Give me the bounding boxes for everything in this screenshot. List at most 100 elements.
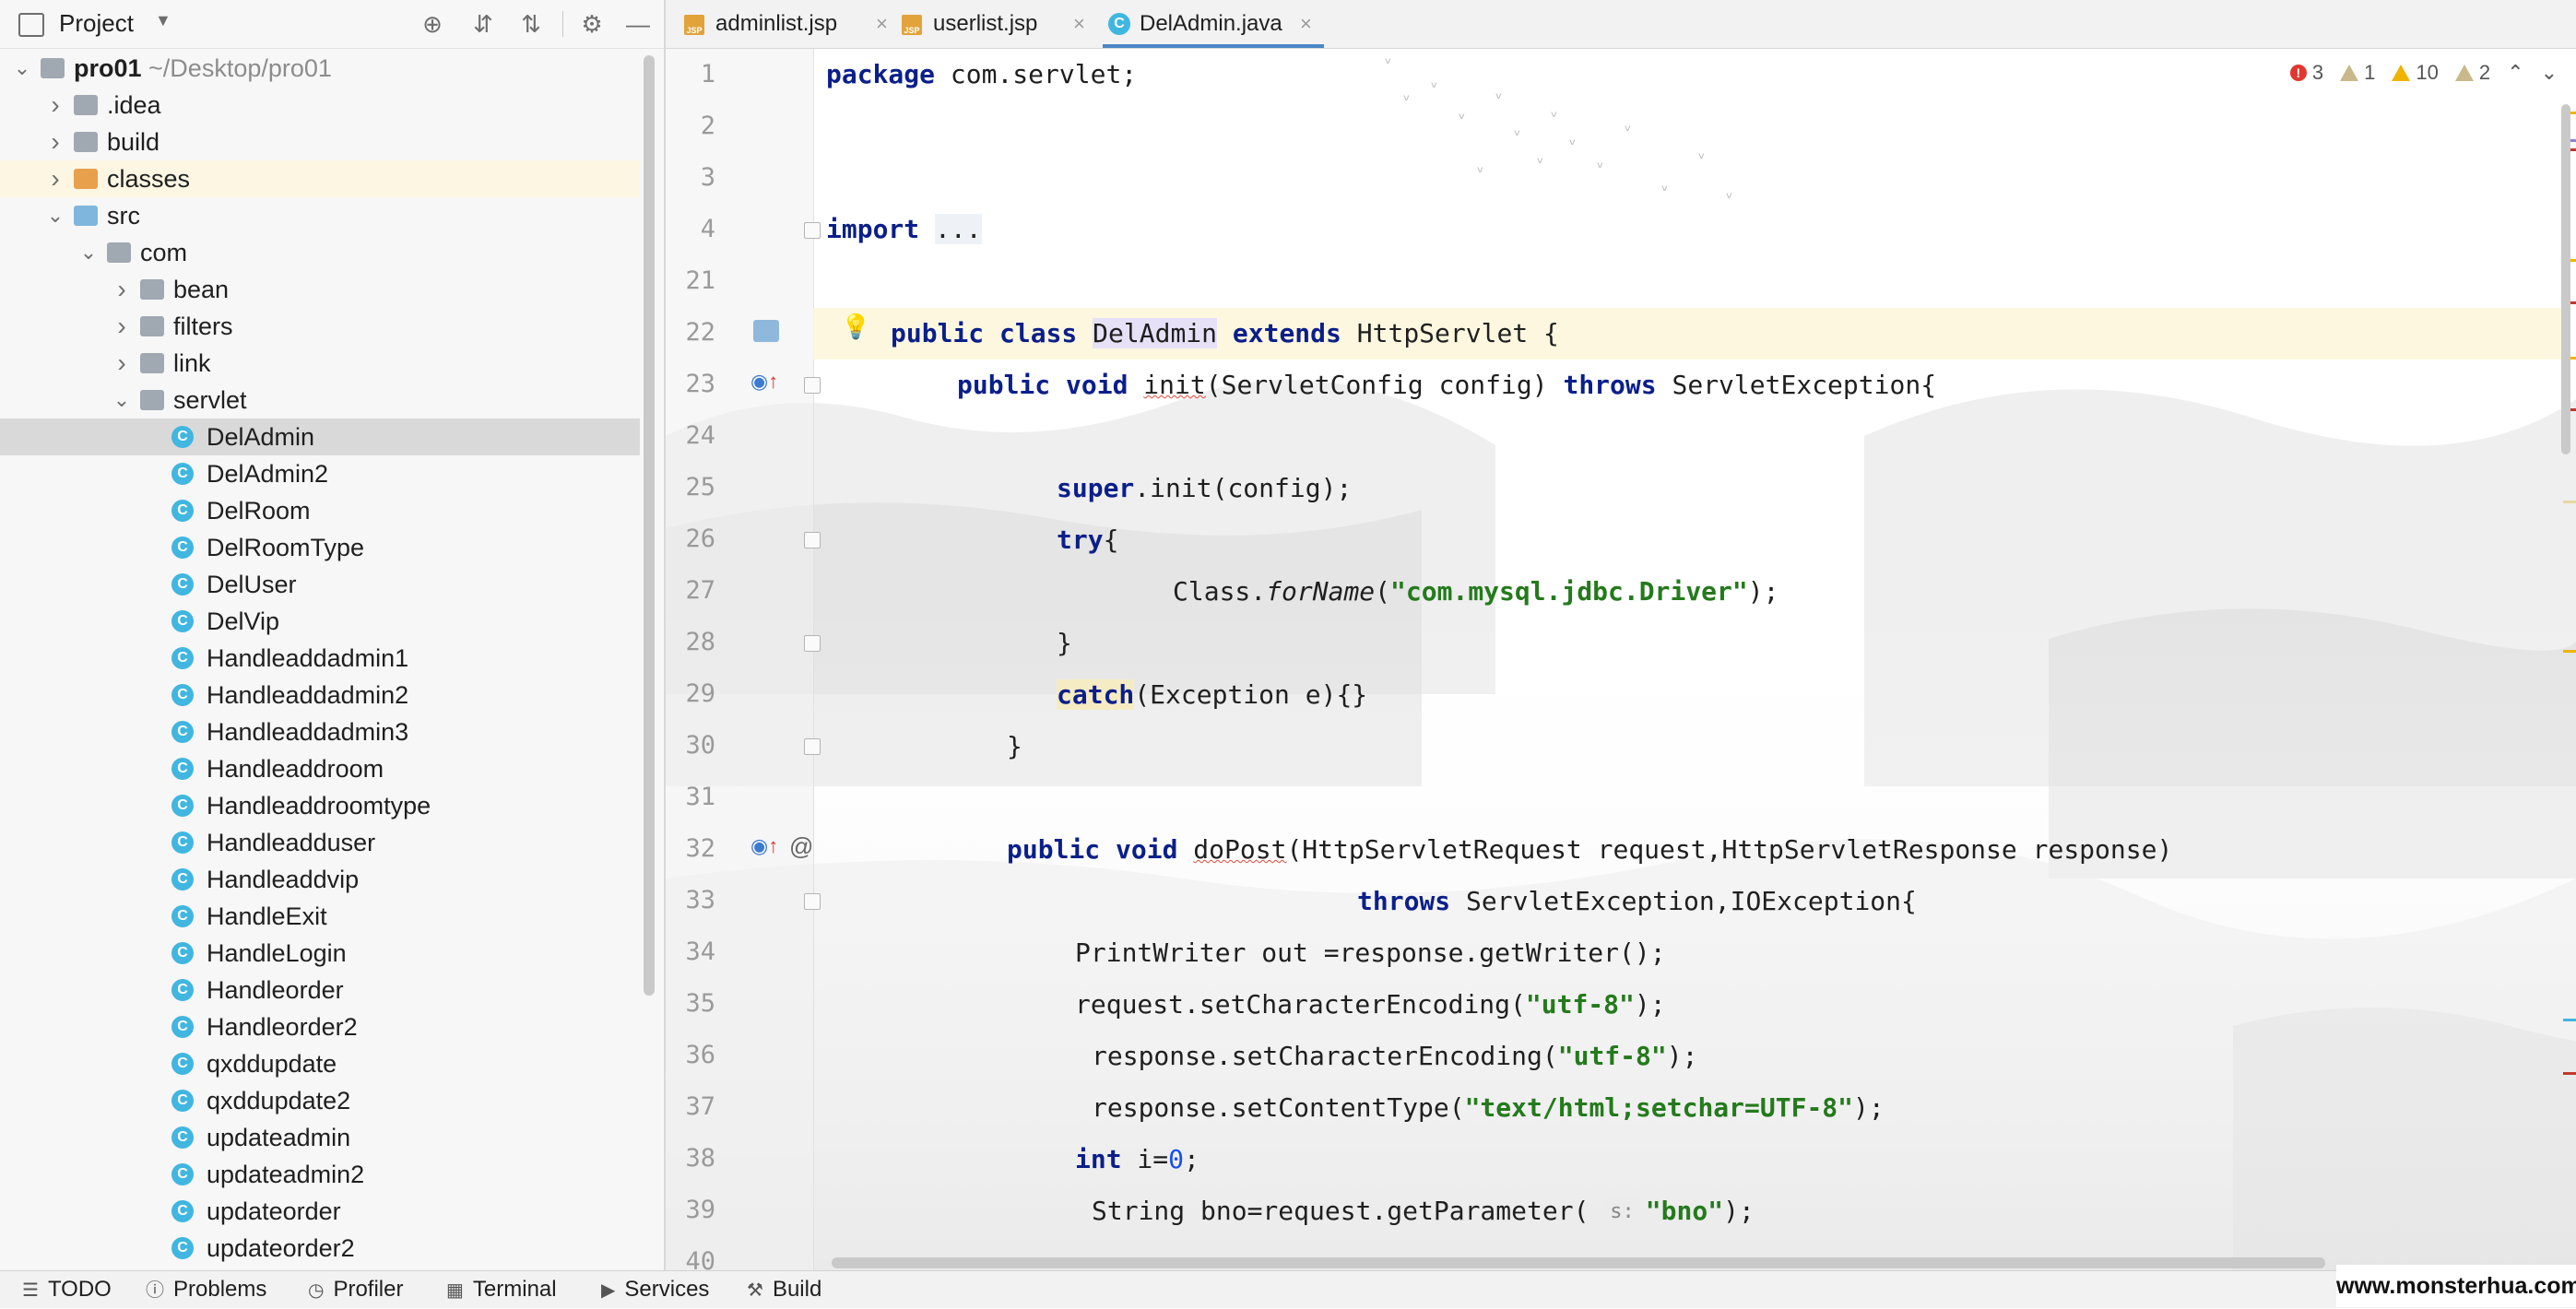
- tree-scrollbar[interactable]: [644, 55, 655, 996]
- line-number[interactable]: 33: [675, 886, 715, 914]
- tree-item-handleadduser[interactable]: C Handleadduser: [0, 824, 640, 861]
- chevron-down-icon[interactable]: ⌄: [77, 234, 100, 271]
- line-number[interactable]: 40: [675, 1247, 715, 1270]
- code-line-33[interactable]: throws ServletException,IOException{: [1357, 876, 1917, 927]
- line-number[interactable]: 31: [675, 783, 715, 811]
- expand-all-icon[interactable]: ⇵: [470, 11, 496, 37]
- code-line-28[interactable]: }: [1057, 618, 1072, 669]
- tree-item-deladmin[interactable]: C DelAdmin: [0, 419, 640, 455]
- code-line-39[interactable]: String bno=request.getParameter( s: "bno"…: [1092, 1185, 1755, 1237]
- tree-item-delvip[interactable]: C DelVip: [0, 603, 640, 640]
- fold-toggle[interactable]: [804, 377, 821, 394]
- line-number[interactable]: 29: [675, 679, 715, 708]
- tree-item-bean[interactable]: › bean: [0, 271, 640, 308]
- editor-horizontal-scrollbar[interactable]: [832, 1257, 2325, 1268]
- chevron-right-icon[interactable]: ›: [44, 160, 66, 197]
- tree-item-classes[interactable]: › classes: [0, 160, 640, 197]
- tab-adminlist-jsp[interactable]: JSP adminlist.jsp ×: [684, 0, 888, 48]
- line-number[interactable]: 2: [675, 112, 715, 140]
- line-number[interactable]: 28: [675, 628, 715, 656]
- stripe-mark[interactable]: [2563, 501, 2576, 503]
- tree-item-handleexit[interactable]: C HandleExit: [0, 898, 640, 935]
- tree-item-handleaddadmin1[interactable]: C Handleaddadmin1: [0, 640, 640, 677]
- profiler-button[interactable]: ◷ Profiler: [308, 1271, 403, 1308]
- tab-userlist-jsp[interactable]: JSP userlist.jsp ×: [902, 0, 1105, 48]
- tree-item-handleaddvip[interactable]: C Handleaddvip: [0, 861, 640, 898]
- code-line-25[interactable]: super.init(config);: [1057, 463, 1352, 514]
- close-icon[interactable]: ×: [1300, 0, 1312, 48]
- code-line-35[interactable]: request.setCharacterEncoding("utf-8");: [1075, 979, 1666, 1031]
- tree-item-delroomtype[interactable]: C DelRoomType: [0, 529, 640, 566]
- tree-item-deluser[interactable]: C DelUser: [0, 566, 640, 603]
- tree-item-pro01[interactable]: ⌄ pro01 ~/Desktop/pro01: [0, 50, 640, 87]
- line-number[interactable]: 23: [675, 370, 715, 398]
- locate-icon[interactable]: ⊕: [419, 11, 445, 37]
- code-line-22[interactable]: public class DelAdmin extends HttpServle…: [891, 308, 1559, 360]
- error-count[interactable]: ! 3: [2289, 56, 2323, 89]
- project-title[interactable]: Project: [59, 9, 134, 38]
- fold-toggle[interactable]: [804, 222, 821, 239]
- tree-item-handleaddroom[interactable]: C Handleaddroom: [0, 750, 640, 787]
- intention-bulb-icon[interactable]: 💡: [841, 313, 870, 341]
- tree-item-com[interactable]: ⌄ com: [0, 234, 640, 271]
- tree-item-filters[interactable]: › filters: [0, 308, 640, 345]
- code-line-37[interactable]: response.setContentType("text/html;setch…: [1092, 1082, 1885, 1134]
- line-number[interactable]: 24: [675, 421, 715, 450]
- chevron-down-icon[interactable]: ⌄: [44, 197, 66, 234]
- tree-item-updateorder[interactable]: Cupdateorder: [0, 1193, 640, 1230]
- tree-item-handleaddroomtype[interactable]: C Handleaddroomtype: [0, 787, 640, 824]
- chevron-down-icon[interactable]: ⌄: [11, 50, 33, 87]
- build-button[interactable]: ⚒ Build: [747, 1271, 821, 1308]
- line-number[interactable]: 35: [675, 989, 715, 1018]
- line-number[interactable]: 4: [675, 215, 715, 243]
- chevron-right-icon[interactable]: ›: [44, 87, 66, 124]
- stripe-mark[interactable]: [2563, 650, 2576, 653]
- line-number[interactable]: 37: [675, 1092, 715, 1121]
- tree-item-handleorder2[interactable]: C Handleorder2: [0, 1008, 640, 1045]
- line-number[interactable]: 26: [675, 525, 715, 553]
- stripe-mark[interactable]: [2563, 1019, 2576, 1021]
- tree-item-build[interactable]: › build: [0, 124, 640, 160]
- chevron-right-icon[interactable]: ›: [111, 308, 133, 345]
- tree-item-qxddupdate2[interactable]: Cqxddupdate2: [0, 1082, 640, 1119]
- line-number[interactable]: 3: [675, 163, 715, 192]
- gear-icon[interactable]: ⚙: [579, 11, 605, 37]
- weak-warning-count[interactable]: 1: [2340, 56, 2375, 89]
- inspection-widget[interactable]: ! 3 1 10 2 ⌃ ⌄: [2289, 56, 2558, 89]
- editor-vertical-scrollbar[interactable]: [2561, 104, 2570, 454]
- code-editor[interactable]: ᵛᵛᵛ ᵛᵛᵛ ᵛᵛᵛ ᵛᵛᵛ ᵛᵛᵛ 1 2 3 4 21 22 23 24 25 26 27 28…: [666, 49, 2576, 1270]
- services-button[interactable]: ▶ Services: [601, 1271, 709, 1308]
- code-line-29[interactable]: catch(Exception e){}: [1057, 669, 1367, 721]
- tree-item-servlet[interactable]: ⌄ servlet: [0, 382, 640, 419]
- code-line-36[interactable]: response.setCharacterEncoding("utf-8");: [1092, 1031, 1697, 1082]
- previous-problem-icon[interactable]: ⌃: [2507, 56, 2523, 89]
- line-number[interactable]: 39: [675, 1196, 715, 1224]
- warning-count[interactable]: 10: [2392, 56, 2439, 89]
- close-icon[interactable]: ×: [876, 0, 888, 48]
- code-line-38[interactable]: int i=0;: [1075, 1134, 1199, 1185]
- tree-item-handlelogin[interactable]: C HandleLogin: [0, 935, 640, 972]
- overrides-method-icon[interactable]: ◉↑: [750, 834, 778, 858]
- code-line-26[interactable]: try{: [1057, 514, 1118, 566]
- problems-button[interactable]: ⓘ Problems: [146, 1271, 266, 1308]
- todo-button[interactable]: ☰ TODO: [22, 1271, 112, 1308]
- code-line-1[interactable]: package com.servlet;: [826, 49, 1137, 100]
- fold-toggle[interactable]: [804, 532, 821, 548]
- line-number[interactable]: 38: [675, 1144, 715, 1173]
- code-line-32[interactable]: public void doPost(HttpServletRequest re…: [1007, 824, 2172, 876]
- web-annotation-icon[interactable]: @: [789, 832, 813, 861]
- fold-toggle[interactable]: [804, 893, 821, 910]
- terminal-button[interactable]: ▦ Terminal: [446, 1271, 557, 1308]
- stripe-mark[interactable]: [2563, 1072, 2576, 1075]
- minimize-icon[interactable]: —: [625, 11, 651, 37]
- line-number[interactable]: 36: [675, 1041, 715, 1069]
- line-number[interactable]: 21: [675, 266, 715, 295]
- line-number[interactable]: 1: [675, 60, 715, 88]
- tree-item-idea[interactable]: › .idea: [0, 87, 640, 124]
- code-line-34[interactable]: PrintWriter out =response.getWriter();: [1075, 927, 1666, 979]
- line-number[interactable]: 32: [675, 834, 715, 863]
- chevron-right-icon[interactable]: ›: [111, 345, 133, 382]
- code-line-30[interactable]: }: [1007, 721, 1022, 772]
- tree-item-handleorder[interactable]: C Handleorder: [0, 972, 640, 1008]
- tree-item-updateadmin2[interactable]: Cupdateadmin2: [0, 1156, 640, 1193]
